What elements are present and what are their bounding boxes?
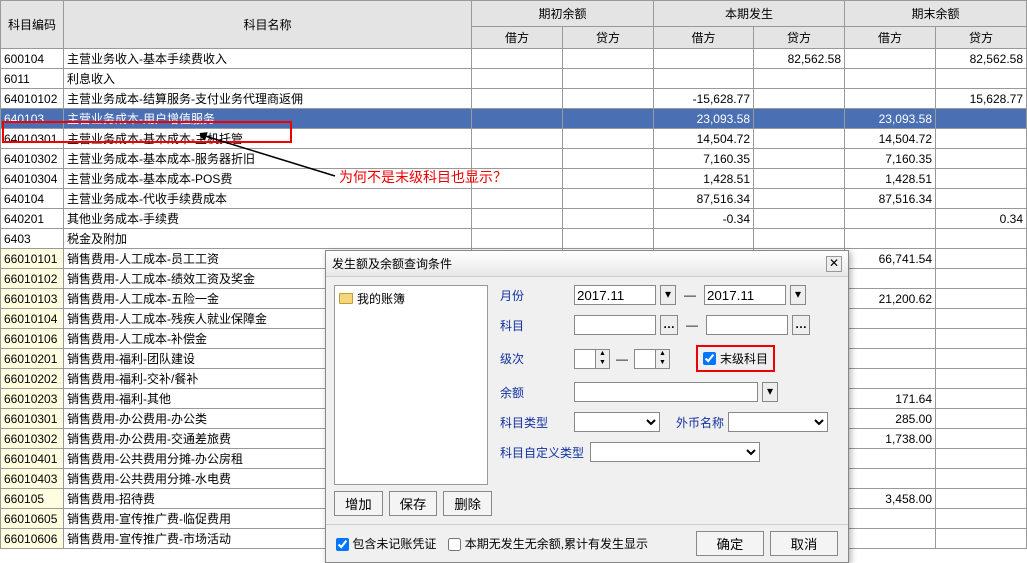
include-unposted-checkbox-wrap[interactable]: 包含未记账凭证 [336,535,436,552]
level-to-stepper[interactable]: ▲▼ [634,349,670,369]
table-row[interactable]: 640104 主营业务成本-代收手续费成本87,516.3487,516.34 [1,189,1027,209]
label-custom-type: 科目自定义类型 [500,444,586,461]
subject-from-input[interactable] [574,315,656,335]
balance-input[interactable] [574,382,758,402]
chevron-down-icon[interactable]: ▾ [790,285,806,305]
folder-icon [339,293,353,304]
header-occur-debit[interactable]: 借方 [654,27,754,49]
table-row[interactable]: 64010102 主营业务成本-结算服务-支付业务代理商返佣-15,628.77… [1,89,1027,109]
subject-type-select[interactable] [574,412,660,432]
range-dash: — [686,318,698,332]
close-icon[interactable]: ✕ [826,256,842,272]
label-currency: 外币名称 [676,414,724,431]
table-row[interactable]: 64010302 主营业务成本-基本成本-服务器折旧7,160.357,160.… [1,149,1027,169]
query-dialog: 发生额及余额查询条件 ✕ 我的账簿 增加 保存 删除 月份 ▾ — [325,250,849,563]
header-end-debit[interactable]: 借方 [845,27,936,49]
header-occur-credit[interactable]: 贷方 [754,27,845,49]
show-accum-checkbox-wrap[interactable]: 本期无发生无余额,累计有发生显示 [448,535,648,552]
header-code[interactable]: 科目编码 [1,1,64,49]
level-from-stepper[interactable]: ▲▼ [574,349,610,369]
label-balance: 余额 [500,384,570,401]
lookup-icon[interactable]: … [660,315,678,335]
chevron-down-icon[interactable]: ▾ [660,285,676,305]
table-row[interactable]: 640103 主营业务成本-用户增值服务23,093.5823,093.58 [1,109,1027,129]
include-unposted-checkbox[interactable] [336,538,349,551]
header-begin[interactable]: 期初余额 [472,1,654,27]
month-to-input[interactable] [704,285,786,305]
show-accum-checkbox[interactable] [448,538,461,551]
subject-to-input[interactable] [706,315,788,335]
lookup-icon[interactable]: … [792,315,810,335]
highlight-box-leaf: 末级科目 [696,345,775,372]
table-row[interactable]: 64010304 主营业务成本-基本成本-POS费1,428.511,428.5… [1,169,1027,189]
label-month: 月份 [500,287,570,304]
chevron-down-icon[interactable]: ▾ [762,382,778,402]
header-occur[interactable]: 本期发生 [654,1,845,27]
tree-item-label: 我的账簿 [357,290,405,307]
table-row[interactable]: 640201 其他业务成本-手续费-0.340.34 [1,209,1027,229]
header-end-credit[interactable]: 贷方 [936,27,1027,49]
tree-item-ledger[interactable]: 我的账簿 [339,290,483,307]
table-row[interactable]: 6011利息收入 [1,69,1027,89]
cancel-button[interactable]: 取消 [770,531,838,556]
table-row[interactable]: 64010301 主营业务成本-基本成本-主机托管14,504.7214,504… [1,129,1027,149]
add-button[interactable]: 增加 [334,491,383,516]
label-level: 级次 [500,350,570,367]
save-button[interactable]: 保存 [389,491,438,516]
dialog-title: 发生额及余额查询条件 [332,255,452,272]
header-name[interactable]: 科目名称 [64,1,472,49]
label-subject-type: 科目类型 [500,414,570,431]
range-dash: — [616,352,628,366]
ok-button[interactable]: 确定 [696,531,764,556]
range-dash: — [684,288,696,302]
header-begin-credit[interactable]: 贷方 [563,27,654,49]
leaf-subject-checkbox[interactable] [703,352,716,365]
month-from-input[interactable] [574,285,656,305]
delete-button[interactable]: 删除 [443,491,492,516]
custom-type-select[interactable] [590,442,760,462]
header-begin-debit[interactable]: 借方 [472,27,563,49]
table-row[interactable]: 600104 主营业务收入-基本手续费收入82,562.5882,562.58 [1,49,1027,69]
currency-select[interactable] [728,412,828,432]
header-end[interactable]: 期末余额 [845,1,1027,27]
label-subject: 科目 [500,317,570,334]
leaf-subject-label: 末级科目 [720,350,768,367]
tree-pane[interactable]: 我的账簿 [334,285,488,485]
table-row[interactable]: 6403税金及附加 [1,229,1027,249]
